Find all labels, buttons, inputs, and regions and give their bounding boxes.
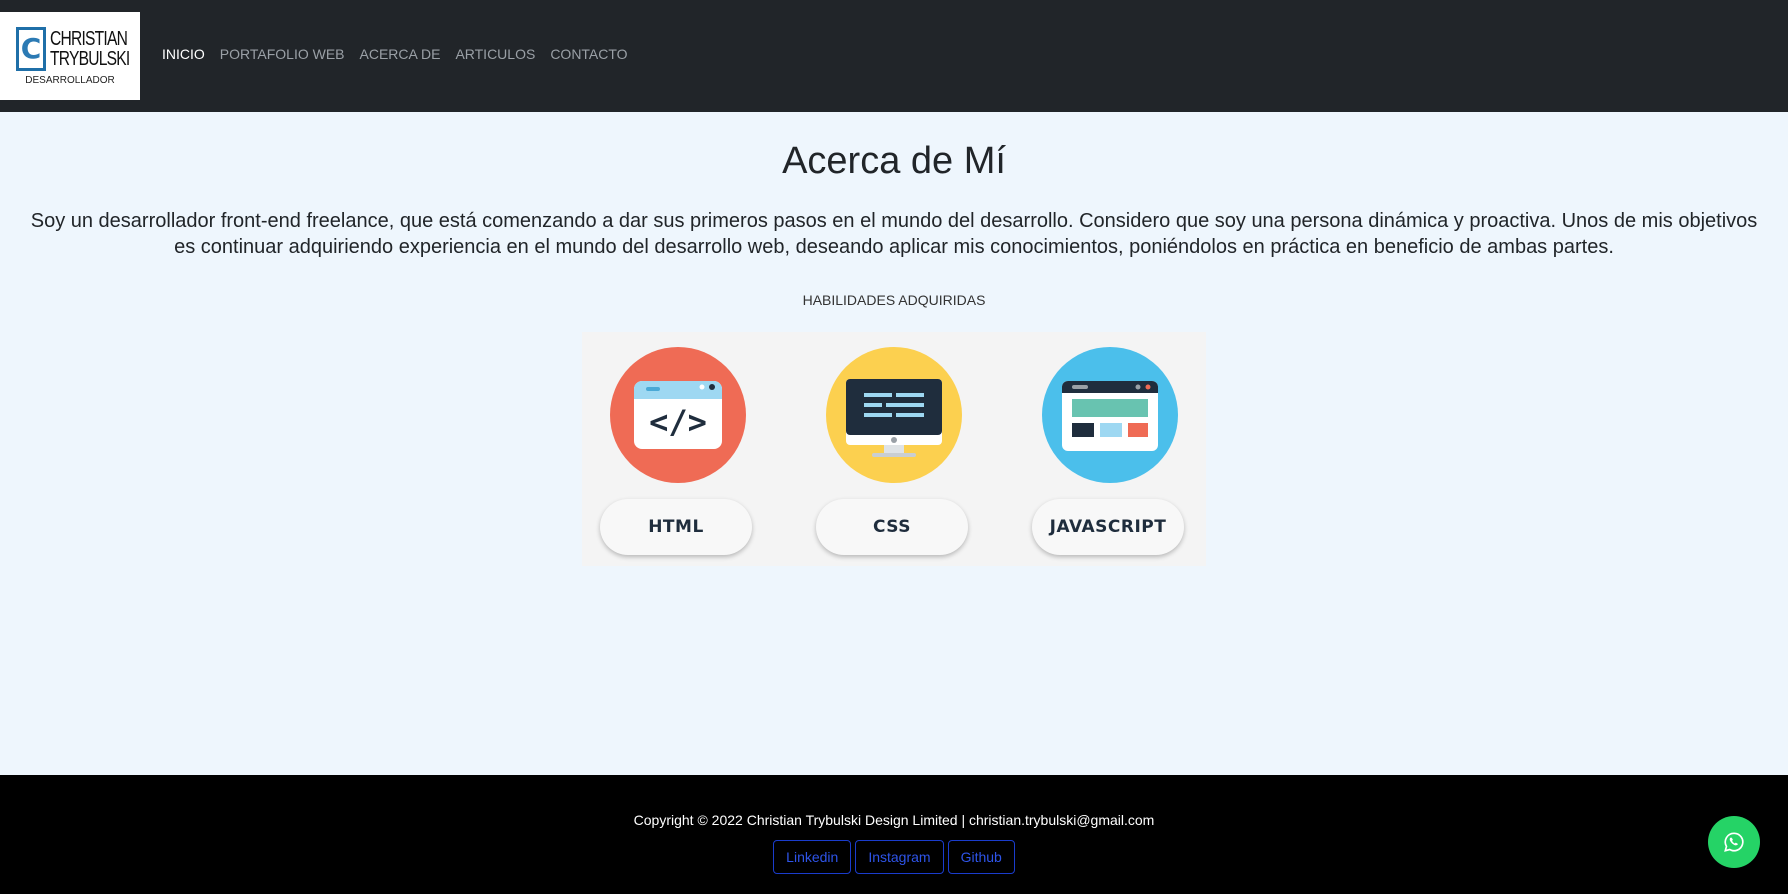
skill-css: CSS — [798, 332, 968, 566]
logo-name: CHRISTIAN TRYBULSKI — [50, 27, 130, 70]
browser-layout-icon — [1042, 347, 1178, 483]
logo-name-line1: CHRISTIAN — [50, 27, 128, 50]
svg-text:</>: </> — [649, 403, 707, 441]
logo-letter: C — [16, 26, 46, 71]
page-title: Acerca de Mí — [782, 140, 1006, 182]
logo-subtitle: DESARROLLADOR — [25, 74, 115, 86]
skill-label-javascript: JAVASCRIPT — [1032, 499, 1184, 555]
nav-item-contacto[interactable]: CONTACTO — [550, 46, 627, 62]
nav-item-acerca-de[interactable]: ACERCA DE — [360, 46, 441, 62]
linkedin-button[interactable]: Linkedin — [773, 840, 852, 874]
nav-menu: INICIO PORTAFOLIO WEB ACERCA DE ARTICULO… — [162, 46, 628, 62]
nav-item-inicio[interactable]: INICIO — [162, 46, 205, 62]
nav-item-portafolio-web[interactable]: PORTAFOLIO WEB — [220, 46, 345, 62]
nav-item-articulos[interactable]: ARTICULOS — [455, 46, 535, 62]
social-links: Linkedin Instagram Github — [0, 840, 1788, 874]
html-code-window-icon: </> — [610, 347, 746, 483]
logo[interactable]: C CHRISTIAN TRYBULSKI DESARROLLADOR — [0, 12, 140, 100]
logo-name-line2: TRYBULSKI — [50, 47, 130, 70]
monitor-icon — [826, 347, 962, 483]
navbar: C CHRISTIAN TRYBULSKI DESARROLLADOR INIC… — [0, 0, 1788, 112]
skill-javascript: JAVASCRIPT — [1014, 332, 1184, 566]
skill-html: </> HTML — [582, 332, 752, 566]
copyright-text: Copyright © 2022 Christian Trybulski Des… — [633, 812, 1155, 828]
skill-label-css: CSS — [816, 499, 968, 555]
about-text: Soy un desarrollador front-end freelance… — [30, 210, 1758, 258]
whatsapp-button[interactable] — [1708, 816, 1760, 868]
footer: Copyright © 2022 Christian Trybulski Des… — [0, 775, 1788, 894]
main-content: Acerca de Mí Soy un desarrollador front-… — [0, 112, 1788, 775]
github-button[interactable]: Github — [947, 840, 1015, 874]
instagram-button[interactable]: Instagram — [855, 840, 944, 874]
skill-label-html: HTML — [600, 499, 752, 555]
skills-panel: </> HTML CSS JAVASCRIPT — [582, 332, 1206, 566]
whatsapp-icon — [1724, 832, 1744, 852]
skills-heading: HABILIDADES ADQUIRIDAS — [802, 292, 986, 308]
